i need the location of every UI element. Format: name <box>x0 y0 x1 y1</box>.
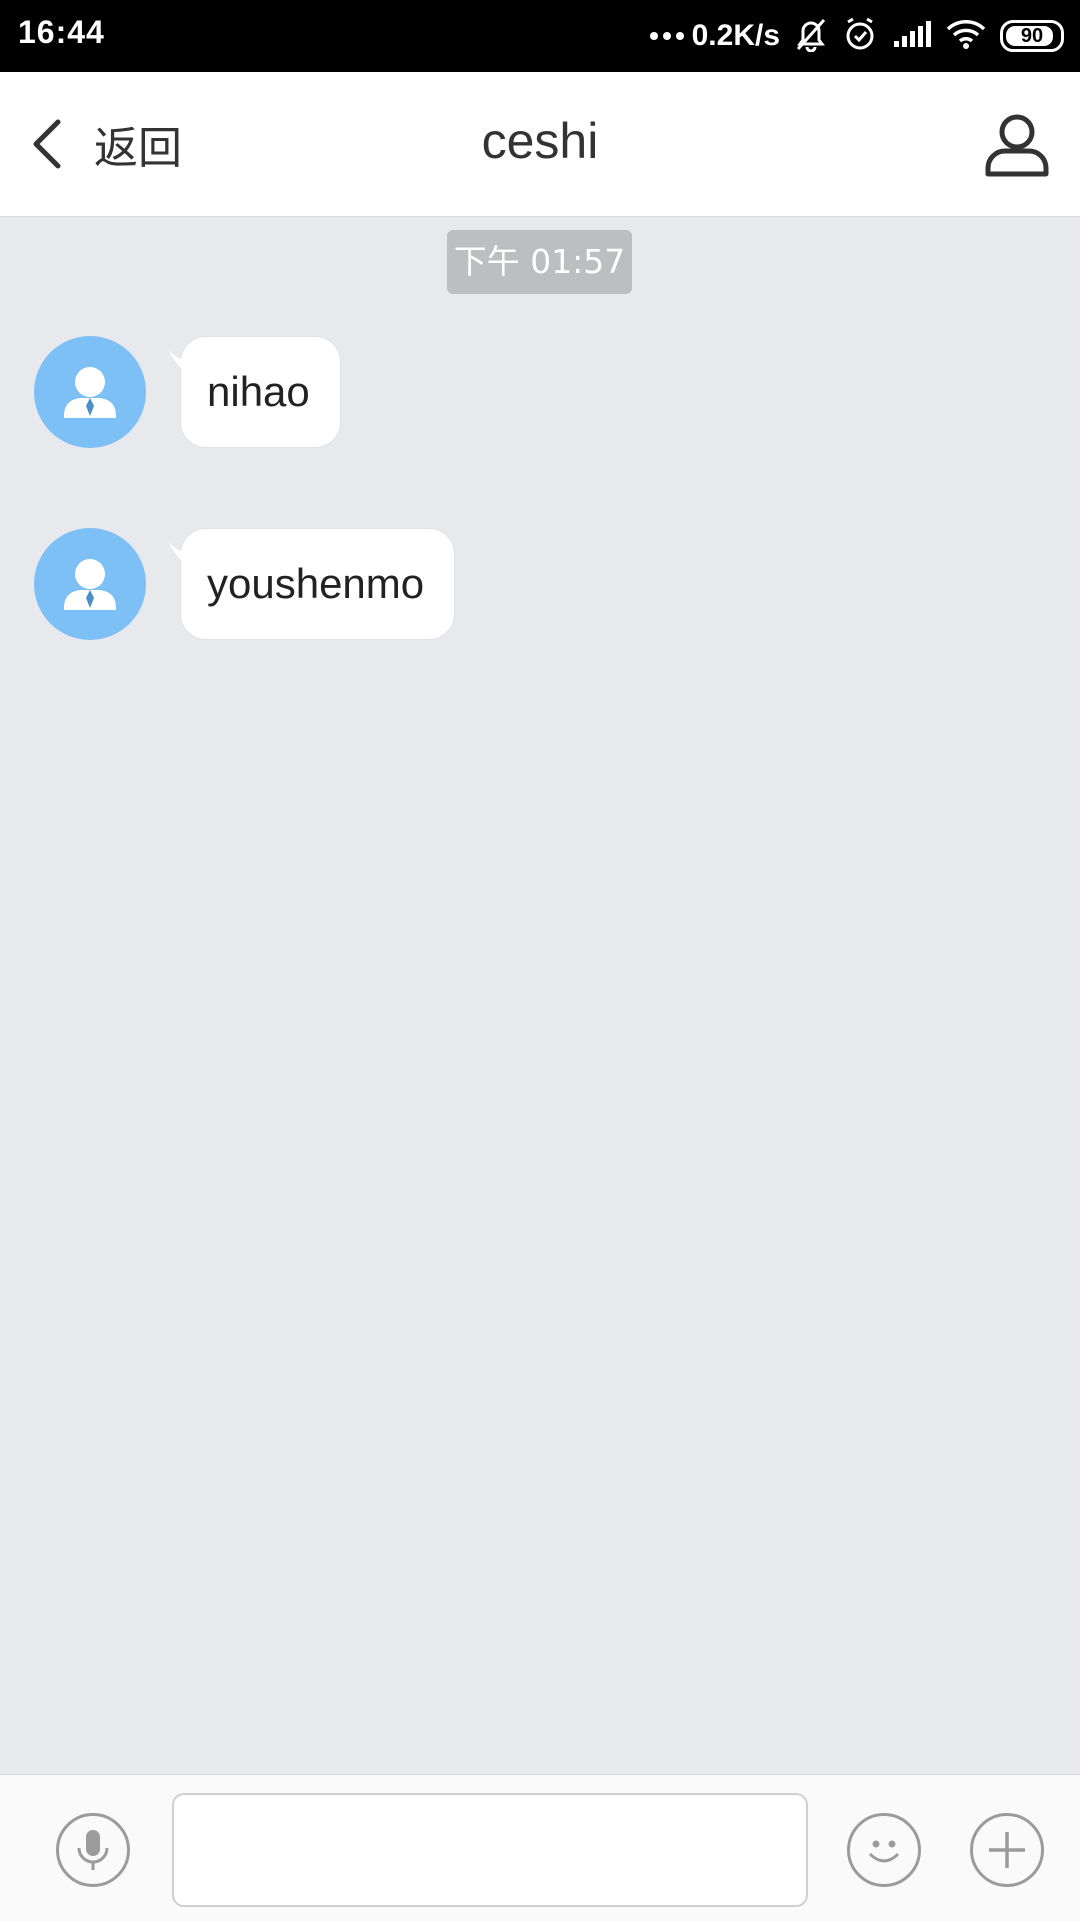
status-icons: 0.2K/s 90 <box>649 0 1064 72</box>
battery-icon: 90 <box>1000 20 1064 52</box>
message-bubble[interactable]: youshenmo <box>168 528 456 640</box>
message-input[interactable] <box>172 1793 808 1907</box>
alarm-icon <box>842 16 878 56</box>
bubble-tail <box>168 350 194 376</box>
network-speed: 0.2K/s <box>691 19 780 52</box>
status-time: 16:44 <box>18 14 105 50</box>
default-avatar-icon <box>64 367 116 418</box>
message-text: youshenmo <box>180 528 456 640</box>
microphone-icon <box>77 1830 109 1870</box>
avatar[interactable] <box>34 528 146 640</box>
status-bar: 16:44 0.2K/s 90 <box>0 0 1080 72</box>
more-dots-icon <box>649 32 684 40</box>
default-avatar-icon <box>64 559 116 610</box>
message-row: youshenmo <box>34 528 456 640</box>
voice-button[interactable] <box>56 1813 130 1887</box>
user-profile-icon <box>985 114 1049 177</box>
bubble-tail <box>168 542 194 568</box>
message-list[interactable]: 下午 01:57 nihao youshenmo <box>0 216 1080 1774</box>
message-text: nihao <box>180 336 341 448</box>
signal-icon <box>892 19 932 53</box>
page-title: ceshi <box>481 113 599 169</box>
mute-bell-icon <box>794 16 828 56</box>
emoji-button[interactable] <box>847 1813 921 1887</box>
plus-icon <box>989 1832 1025 1868</box>
battery-level: 90 <box>1020 24 1044 47</box>
message-bubble[interactable]: nihao <box>168 336 341 448</box>
emoji-icon <box>868 1840 900 1863</box>
avatar[interactable] <box>34 336 146 448</box>
time-divider: 下午 01:57 <box>447 230 632 294</box>
wifi-icon <box>946 18 986 54</box>
message-row: nihao <box>34 336 341 448</box>
more-button[interactable] <box>970 1813 1044 1887</box>
input-bar <box>0 1774 1080 1921</box>
chat-header: 返回 ceshi <box>0 72 1080 217</box>
profile-button[interactable] <box>982 112 1052 182</box>
